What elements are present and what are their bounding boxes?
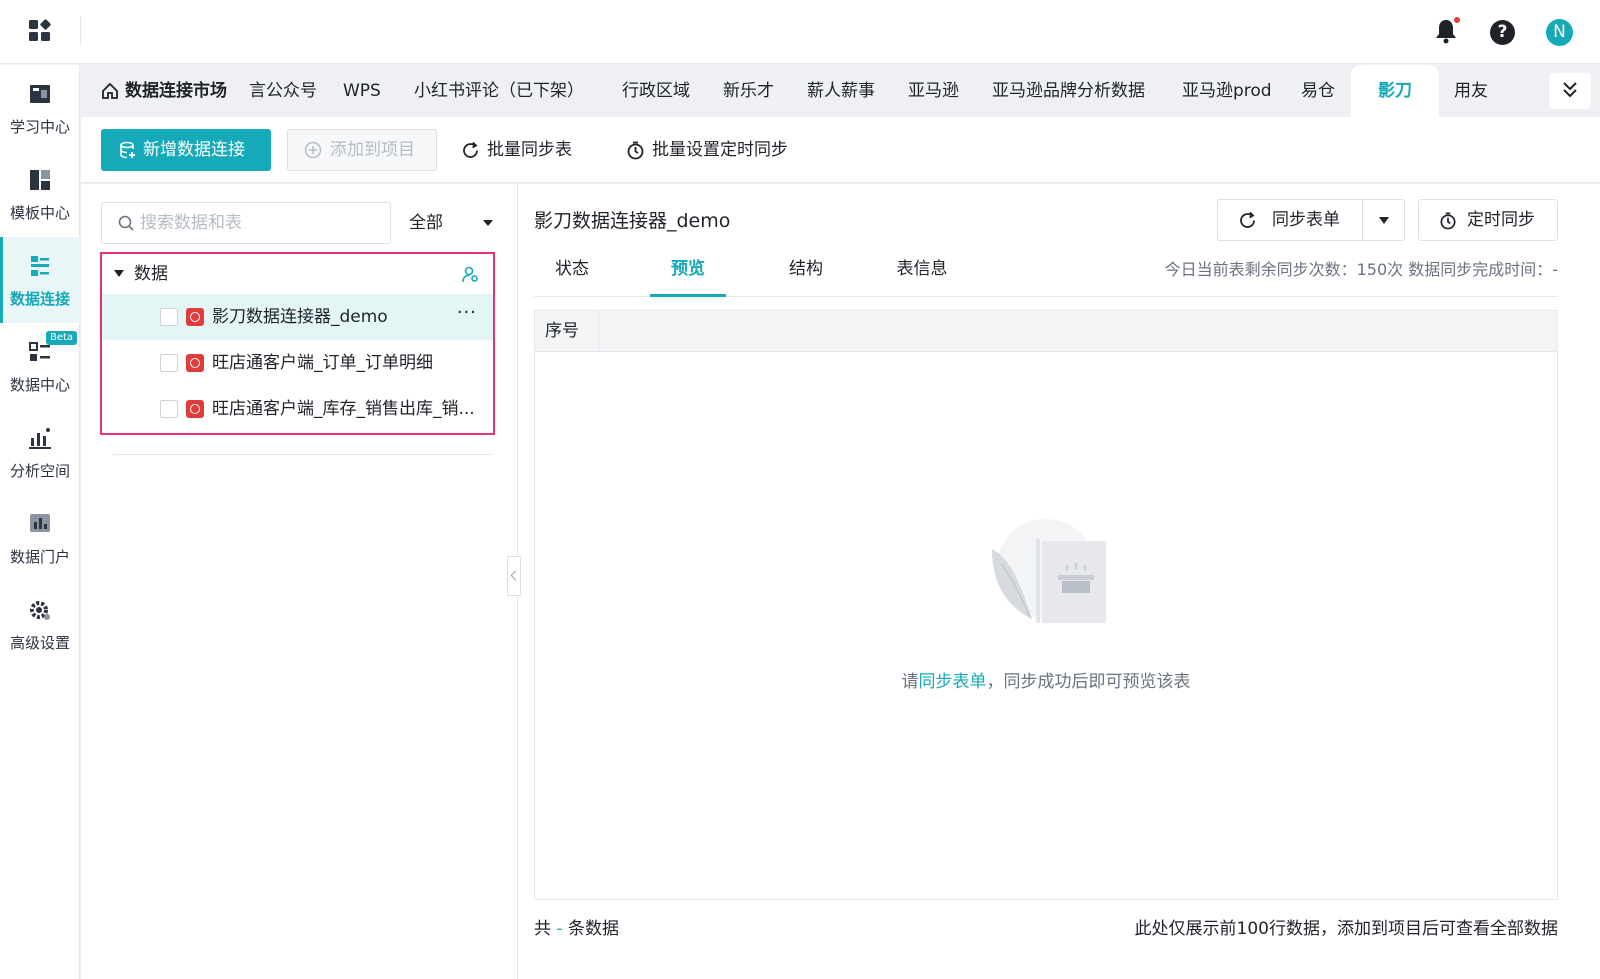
data-connection-icon [31,256,49,276]
sync-table-link[interactable]: 同步表单 [919,672,987,692]
timer-icon [1440,212,1456,230]
connector-tab-bar: 数据连接市场 言公众号 WPS 小红书评论（已下架） 行政区域 新乐才 薪人薪事… [81,65,1600,117]
sync-info-text: 今日当前表剩余同步次数：150次 数据同步完成时间：- [1164,260,1558,279]
apps-grid-icon[interactable] [29,18,52,42]
sidebar-item-data-center[interactable]: Beta 数据中心 [0,323,80,409]
tab-connector[interactable]: WPS [343,65,381,117]
gear-icon [30,601,50,620]
tab-connector[interactable]: 亚马逊prod [1182,65,1272,117]
connector-icon [186,308,204,326]
template-icon [30,170,50,190]
tab-connector-market[interactable]: 数据连接市场 [101,65,227,117]
connector-icon [186,400,204,418]
sidebar-item-learning[interactable]: 学习中心 [0,65,80,151]
tab-connector[interactable]: 新乐才 [723,65,774,117]
expand-tabs-button[interactable] [1549,73,1591,109]
help-icon[interactable]: ? [1490,20,1515,45]
sidebar-item-analysis[interactable]: 分析空间 [0,409,80,495]
book-icon [30,85,50,103]
tab-connector[interactable]: 薪人薪事 [807,65,875,117]
sidebar-item-data-connection[interactable]: 数据连接 [0,237,80,323]
double-chevron-down-icon [1563,82,1577,98]
analysis-icon [29,428,51,449]
tab-preview[interactable]: 预览 [650,246,726,297]
detail-tabs: 状态 预览 结构 表信息 今日当前表剩余同步次数：150次 数据同步完成时间：- [534,246,1558,297]
tab-connector[interactable]: 用友 [1454,65,1488,117]
tab-connector-active[interactable]: 影刀 [1351,65,1439,117]
more-options-icon[interactable]: ··· [457,290,477,336]
add-to-project-button[interactable]: 添加到项目 [287,129,437,171]
main-panel: 全部 数据 影刀数据连接器_demo ··· [81,184,1600,979]
row-checkbox[interactable] [160,400,178,418]
connector-icon [186,354,204,372]
new-connection-button[interactable]: 新增数据连接 [101,129,271,171]
action-toolbar: 新增数据连接 添加到项目 批量同步表 批量设置定时同步 [81,117,1600,183]
caret-down-icon[interactable] [1379,217,1389,224]
header-divider [80,16,81,46]
sidebar-item-templates[interactable]: 模板中心 [0,151,80,237]
tree-root-node[interactable]: 数据 [102,254,493,294]
portal-icon [30,514,50,532]
plus-circle-icon [304,141,322,159]
preview-table: 序号 请同步表单，同步成功后即可预览该表 [534,310,1558,900]
batch-sync-button[interactable]: 批量同步表 [461,129,572,171]
connection-title: 影刀数据连接器_demo [534,210,731,232]
search-input[interactable] [140,203,380,243]
row-count: 共 - 条数据 [534,919,619,939]
tab-status[interactable]: 状态 [534,246,610,297]
search-icon [118,215,134,231]
tab-connector[interactable]: 小红书评论（已下架） [414,65,584,117]
empty-state-illustration [992,519,1106,623]
tree-item[interactable]: 旺店通客户端_订单_订单明细 [102,340,493,386]
tab-connector[interactable]: 易仓 [1301,65,1335,117]
home-icon [102,82,118,99]
top-header: ? N [0,0,1600,64]
sync-table-button[interactable]: 同步表单 [1217,199,1405,241]
notification-dot [1454,17,1460,23]
tab-table-info[interactable]: 表信息 [880,246,964,297]
user-avatar[interactable]: N [1546,19,1573,46]
schedule-sync-button[interactable]: 定时同步 [1418,199,1558,241]
table-header-row: 序号 [535,311,1557,352]
tree-item[interactable]: 影刀数据连接器_demo ··· [102,294,493,340]
refresh-icon [463,141,478,158]
sidebar-item-settings[interactable]: 高级设置 [0,581,80,667]
data-center-icon [29,342,50,361]
timer-icon [627,141,644,160]
batch-schedule-button[interactable]: 批量设置定时同步 [626,129,788,171]
tab-connector[interactable]: 亚马逊品牌分析数据 [992,65,1145,117]
caret-down-icon [483,220,493,226]
tab-connector[interactable]: 言公众号 [249,65,317,117]
split-divider [1362,200,1363,240]
search-box[interactable] [101,202,391,244]
connection-list-pane: 全部 数据 影刀数据连接器_demo ··· [81,184,521,979]
connection-detail-pane: 影刀数据连接器_demo 同步表单 定时同步 状态 预览 结构 表信息 今日当前… [519,184,1600,979]
filter-select[interactable]: 全部 [401,202,501,244]
expand-triangle-icon[interactable] [114,270,124,277]
data-tree-highlight: 数据 影刀数据连接器_demo ··· 旺店通客户端_订单_订单明细 旺店通客户… [100,252,495,435]
add-database-icon [120,141,135,159]
tab-structure[interactable]: 结构 [768,246,844,297]
row-checkbox[interactable] [160,308,178,326]
sidebar-item-portal[interactable]: 数据门户 [0,495,80,581]
column-header-seq: 序号 [535,311,599,352]
tab-connector[interactable]: 亚马逊 [908,65,959,117]
tree-divider [113,454,493,455]
preview-limit-note: 此处仅展示前100行数据，添加到项目后可查看全部数据 [1134,919,1558,939]
left-sidebar: 学习中心 模板中心 数据连接 Beta 数据中心 分析空间 数据门户 高级设置 [0,65,80,979]
tree-item[interactable]: 旺店通客户端_库存_销售出库_销... [102,386,493,432]
tab-connector[interactable]: 行政区域 [622,65,690,117]
row-checkbox[interactable] [160,354,178,372]
empty-state-message: 请同步表单，同步成功后即可预览该表 [901,672,1191,692]
user-settings-icon[interactable] [462,266,479,283]
refresh-icon [1240,211,1255,228]
